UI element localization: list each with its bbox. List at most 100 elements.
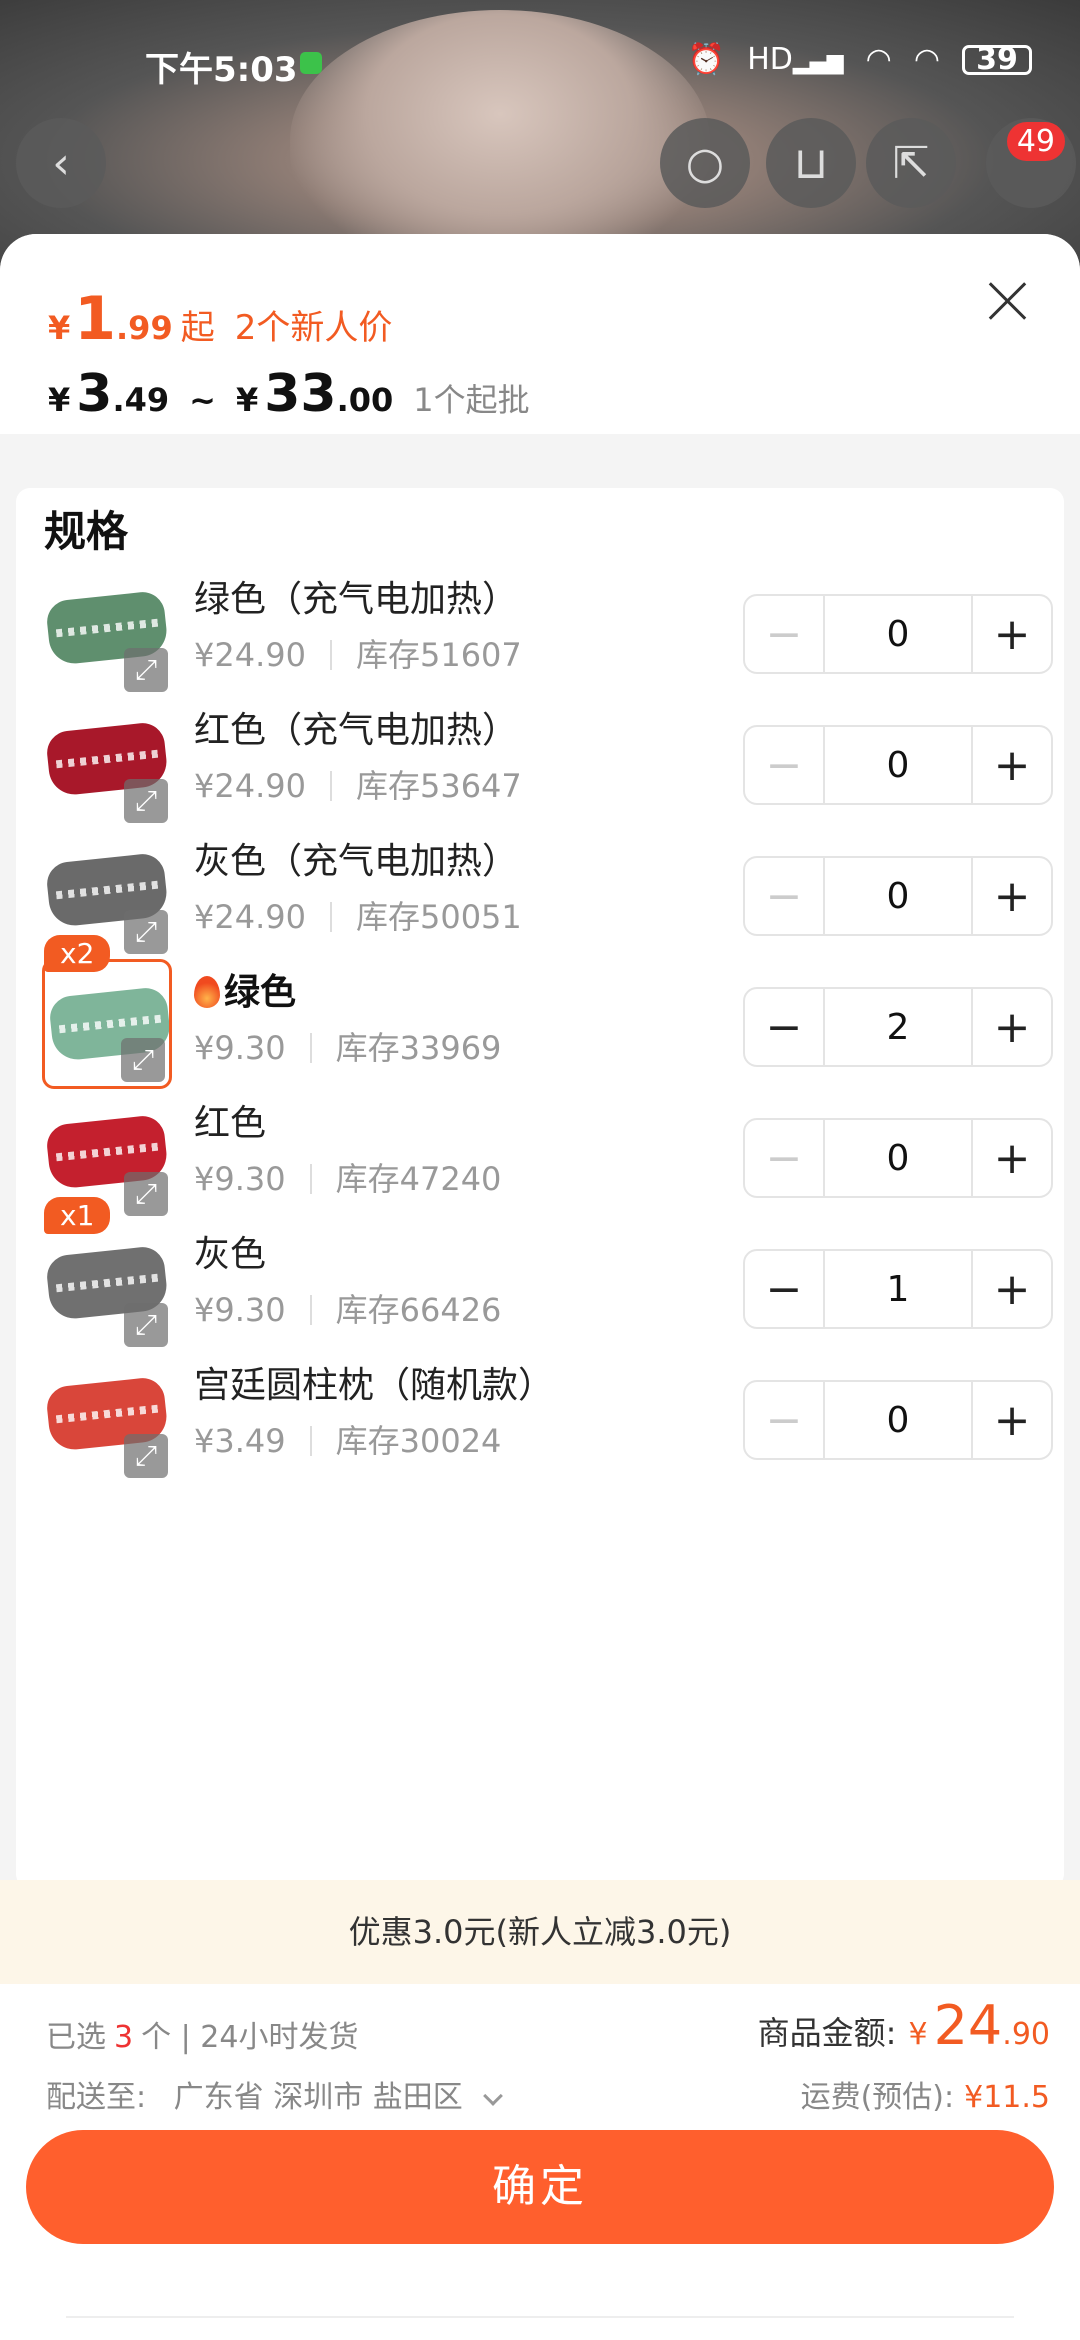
selected-qty-badge: x2 [44,935,111,972]
decrement-button[interactable]: − [745,858,823,934]
expand-icon[interactable]: ⤢ [124,1434,168,1478]
decrement-button[interactable]: − [745,727,823,803]
share-icon[interactable]: ⇱ [866,118,956,208]
wechat-notification-icon [300,52,322,74]
sku-row: ⤢ 红色（充气电加热） ¥24.90 库存53647 − 0 + [16,691,1064,831]
quantity-stepper: − 0 + [743,856,1053,936]
price-integer: 1 [74,284,117,354]
decrement-button[interactable]: − [745,989,823,1065]
expand-icon[interactable]: ⤢ [124,910,168,954]
sku-thumbnail[interactable]: ⤢ [42,1352,172,1482]
selected-suffix: 个 | 24小时发货 [141,2020,359,2055]
ship-to-label: 配送至: [46,2080,147,2115]
sku-price: ¥9.30 [194,1291,286,1329]
sku-row: ⤢ 绿色（充气电加热） ¥24.90 库存51607 − 0 + [16,560,1064,700]
sku-name: 红色（充气电加热） [194,701,518,753]
sku-meta: ¥24.90 库存51607 [194,630,522,676]
sku-row: ⤢ 红色 ¥9.30 库存47240 − 0 + [16,1084,1064,1224]
decrement-button[interactable]: − [745,1120,823,1196]
sku-thumbnail[interactable]: ⤢ [42,959,172,1089]
status-bar: 下午5:03 ⏰ HD▂▄▆ ◠ ◠ 39 [0,0,1080,130]
status-icons: ⏰ HD▂▄▆ ◠ ◠ 39 [688,42,1032,77]
ship-to-address: 广东省 深圳市 盐田区 [173,2080,463,2115]
quantity-stepper: − 0 + [743,1380,1053,1460]
quantity-value[interactable]: 1 [823,1251,973,1327]
back-button[interactable]: ‹ [16,118,106,208]
new-user-label: 2个新人价 [234,308,393,348]
sku-name-text: 红色 [194,1103,267,1144]
sku-name-text: 红色（充气电加热） [194,710,519,751]
sku-name-text: 绿色（充气电加热） [194,579,519,620]
status-time: 下午5:03 [145,50,298,90]
sku-thumbnail[interactable]: ⤢ [42,1221,172,1351]
divider [309,1033,312,1063]
price-range: ¥ 3 .49 ~ ¥ 33 .00 1个起批 [48,364,530,424]
expand-icon[interactable]: ⤢ [121,1038,165,1082]
close-icon[interactable] [982,276,1032,326]
increment-button[interactable]: + [973,596,1051,672]
divider [309,1164,312,1194]
sku-price: ¥9.30 [194,1160,286,1198]
sku-name-text: 绿色 [224,972,297,1013]
quantity-value[interactable]: 2 [823,989,973,1065]
sku-name-text: 灰色（充气电加热） [194,841,519,882]
selected-summary: 已选 3 个 | 24小时发货 [46,2012,358,2056]
sku-row: x2 ⤢ 绿色 ¥9.30 库存33969 − 2 + [16,935,1064,1093]
selected-count: 3 [114,2020,134,2055]
expand-icon[interactable]: ⤢ [124,648,168,692]
range-high-decimal: .00 [336,381,394,419]
quantity-value[interactable]: 0 [823,1382,973,1458]
expand-icon[interactable]: ⤢ [124,1172,168,1216]
alarm-icon: ⏰ [687,42,726,77]
expand-icon[interactable]: ⤢ [124,779,168,823]
confirm-button[interactable]: 确定 [26,2130,1054,2244]
signal-icon: HD▂▄▆ [747,42,844,77]
quantity-value[interactable]: 0 [823,596,973,672]
cart-icon[interactable]: ⊔ [766,118,856,208]
decrement-button[interactable]: − [745,1251,823,1327]
increment-button[interactable]: + [973,1251,1051,1327]
sku-name: 宫廷圆柱枕（随机款） [194,1356,554,1408]
new-user-price: ¥ 1 .99 起 2个新人价 [48,284,392,354]
increment-button[interactable]: + [973,1120,1051,1196]
increment-button[interactable]: + [973,727,1051,803]
currency: ¥ [235,381,259,419]
search-icon[interactable]: ○ [660,118,750,208]
cart-badge: 49 [1006,122,1065,161]
price-header: ¥ 1 .99 起 2个新人价 ¥ 3 .49 ~ ¥ 33 .00 1个起批 [0,234,1080,434]
sku-stock: 库存33969 [335,1029,502,1067]
quantity-value[interactable]: 0 [823,727,973,803]
freight-label: 运费(预估): [800,2080,955,2115]
divider [329,771,332,801]
amount-integer: 24 [933,1994,1003,2057]
increment-button[interactable]: + [973,1382,1051,1458]
sku-meta: ¥24.90 库存50051 [194,892,522,938]
price-decimal: .99 [116,309,173,347]
ship-to[interactable]: 配送至: 广东省 深圳市 盐田区 [46,2072,504,2116]
freight-estimate: 运费(预估): ¥11.5 [801,2072,1050,2116]
sku-name-text: 灰色 [194,1234,267,1275]
currency: ¥ [908,2017,928,2052]
quantity-stepper: − 0 + [743,725,1053,805]
divider [309,1426,312,1456]
currency: ¥ [48,309,71,347]
sku-thumbnail[interactable]: ⤢ [42,566,172,696]
divider [309,1295,312,1325]
divider [329,640,332,670]
sku-meta: ¥3.49 库存30024 [194,1416,501,1462]
sku-row: ⤢ 宫廷圆柱枕（随机款） ¥3.49 库存30024 − 0 + [16,1346,1064,1486]
sku-meta: ¥9.30 库存66426 [194,1285,501,1331]
sku-row: ⤢ 灰色（充气电加热） ¥24.90 库存50051 − 0 + [16,822,1064,962]
quantity-value[interactable]: 0 [823,858,973,934]
quantity-value[interactable]: 0 [823,1120,973,1196]
price-suffix: 起 [180,308,215,348]
increment-button[interactable]: + [973,989,1051,1065]
decrement-button[interactable]: − [745,596,823,672]
increment-button[interactable]: + [973,858,1051,934]
quantity-stepper: − 0 + [743,1118,1053,1198]
sku-price: ¥9.30 [194,1029,286,1067]
expand-icon[interactable]: ⤢ [124,1303,168,1347]
sku-thumbnail[interactable]: ⤢ [42,697,172,827]
decrement-button[interactable]: − [745,1382,823,1458]
divider [329,902,332,932]
